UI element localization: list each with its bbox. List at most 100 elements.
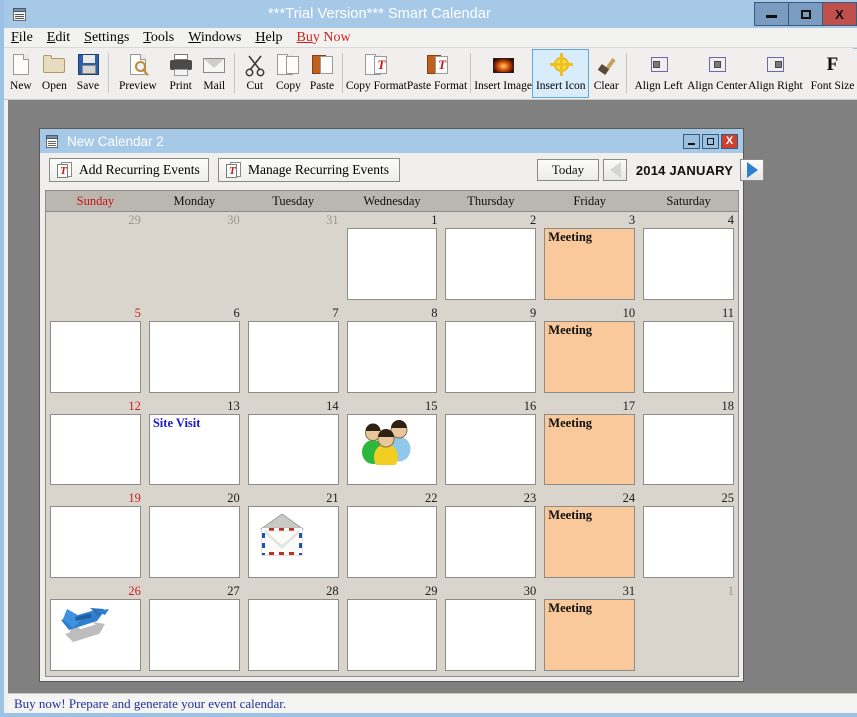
- day-content-box[interactable]: [247, 413, 339, 486]
- calendar-day-cell[interactable]: 1: [343, 212, 442, 305]
- day-content-box[interactable]: [50, 413, 141, 486]
- day-content-box[interactable]: Meeting: [544, 599, 636, 671]
- toolbar-paste[interactable]: Paste: [305, 49, 339, 98]
- calendar-day-cell[interactable]: 15: [343, 398, 442, 491]
- day-content-box[interactable]: [445, 320, 537, 393]
- day-content-box[interactable]: Meeting: [544, 320, 636, 393]
- calendar-day-cell[interactable]: 18: [639, 398, 738, 491]
- toolbar-cut[interactable]: Cut: [238, 49, 272, 98]
- day-content-box[interactable]: [643, 320, 735, 393]
- day-content-box[interactable]: [643, 413, 735, 486]
- menu-tools[interactable]: Tools: [136, 29, 181, 47]
- calendar-day-cell[interactable]: 22: [343, 490, 442, 583]
- menu-settings[interactable]: Settings: [77, 29, 136, 47]
- previous-month-button[interactable]: [603, 159, 627, 181]
- day-content-box[interactable]: [148, 506, 240, 579]
- calendar-day-cell[interactable]: 9: [441, 305, 540, 398]
- calendar-day-cell[interactable]: 28: [244, 583, 343, 676]
- day-content-box[interactable]: [50, 506, 141, 579]
- calendar-day-cell[interactable]: 30: [145, 212, 244, 305]
- day-content-box[interactable]: Site Visit: [148, 413, 240, 486]
- calendar-day-cell[interactable]: 14: [244, 398, 343, 491]
- day-content-box[interactable]: [346, 599, 438, 671]
- manage-recurring-events-button[interactable]: T Manage Recurring Events: [218, 158, 400, 182]
- menu-buy-now[interactable]: Buy Now: [290, 29, 358, 47]
- calendar-day-cell[interactable]: 30: [441, 583, 540, 676]
- toolbar-print[interactable]: Print: [164, 49, 198, 98]
- day-content-box[interactable]: [247, 599, 339, 671]
- calendar-day-cell[interactable]: 10 Meeting: [540, 305, 639, 398]
- day-content-box[interactable]: [148, 320, 240, 393]
- calendar-day-cell[interactable]: 4: [639, 212, 738, 305]
- calendar-day-cell[interactable]: 5: [46, 305, 145, 398]
- calendar-day-cell[interactable]: 7: [244, 305, 343, 398]
- today-button[interactable]: Today: [537, 159, 599, 181]
- menu-help[interactable]: Help: [248, 29, 289, 47]
- toolbar-align-center[interactable]: Align Center: [687, 49, 747, 98]
- close-button[interactable]: X: [822, 2, 857, 26]
- day-content-box[interactable]: [148, 599, 240, 671]
- day-content-box[interactable]: [445, 599, 537, 671]
- calendar-day-cell[interactable]: 29: [343, 583, 442, 676]
- toolbar-copy[interactable]: Copy: [272, 49, 306, 98]
- calendar-day-cell[interactable]: 31: [244, 212, 343, 305]
- toolbar-clear[interactable]: Clear: [589, 49, 623, 98]
- toolbar-open[interactable]: Open: [38, 49, 72, 98]
- calendar-day-cell[interactable]: 31 Meeting: [540, 583, 639, 676]
- day-content-box[interactable]: [346, 506, 438, 579]
- toolbar-font-size[interactable]: F Font Size: [804, 49, 857, 98]
- toolbar-save[interactable]: Save: [71, 49, 105, 98]
- calendar-day-cell[interactable]: 13 Site Visit: [145, 398, 244, 491]
- calendar-day-cell[interactable]: 3 Meeting: [540, 212, 639, 305]
- calendar-day-cell[interactable]: 11: [639, 305, 738, 398]
- toolbar-mail[interactable]: Mail: [197, 49, 231, 98]
- child-maximize-button[interactable]: [702, 133, 719, 149]
- toolbar-paste-format[interactable]: T Paste Format: [407, 49, 467, 98]
- day-content-box[interactable]: [445, 228, 537, 300]
- day-content-box[interactable]: Meeting: [544, 506, 636, 579]
- day-content-box[interactable]: [346, 228, 438, 300]
- toolbar-align-left[interactable]: Align Left: [630, 49, 687, 98]
- calendar-day-cell[interactable]: 1: [639, 583, 738, 676]
- day-content-box[interactable]: [50, 599, 141, 671]
- calendar-day-cell[interactable]: 26: [46, 583, 145, 676]
- calendar-day-cell[interactable]: 21: [244, 490, 343, 583]
- calendar-day-cell[interactable]: 6: [145, 305, 244, 398]
- menu-windows[interactable]: Windows: [181, 29, 248, 47]
- day-content-box[interactable]: [50, 320, 141, 393]
- day-content-box[interactable]: [247, 506, 339, 579]
- calendar-day-cell[interactable]: 29: [46, 212, 145, 305]
- next-month-button[interactable]: [740, 159, 764, 181]
- day-content-box[interactable]: [445, 506, 537, 579]
- day-content-box[interactable]: [247, 320, 339, 393]
- calendar-day-cell[interactable]: 27: [145, 583, 244, 676]
- calendar-day-cell[interactable]: 16: [441, 398, 540, 491]
- day-content-box[interactable]: [445, 413, 537, 486]
- child-minimize-button[interactable]: [683, 133, 700, 149]
- day-content-box[interactable]: [643, 506, 735, 579]
- add-recurring-events-button[interactable]: T Add Recurring Events: [49, 158, 209, 182]
- day-content-box[interactable]: [346, 320, 438, 393]
- day-content-box[interactable]: [346, 413, 438, 486]
- calendar-day-cell[interactable]: 25: [639, 490, 738, 583]
- child-close-button[interactable]: X: [721, 133, 738, 149]
- toolbar-copy-format[interactable]: T Copy Format: [346, 49, 407, 98]
- toolbar-insert-icon[interactable]: Insert Icon: [532, 49, 590, 98]
- menu-edit[interactable]: Edit: [40, 29, 77, 47]
- calendar-day-cell[interactable]: 2: [441, 212, 540, 305]
- day-content-box[interactable]: Meeting: [544, 413, 636, 486]
- calendar-day-cell[interactable]: 23: [441, 490, 540, 583]
- toolbar-align-right[interactable]: Align Right: [747, 49, 804, 98]
- toolbar-insert-image[interactable]: Insert Image: [474, 49, 532, 98]
- calendar-day-cell[interactable]: 12: [46, 398, 145, 491]
- maximize-button[interactable]: [788, 2, 823, 26]
- calendar-day-cell[interactable]: 19: [46, 490, 145, 583]
- minimize-button[interactable]: [754, 2, 789, 26]
- calendar-day-cell[interactable]: 8: [343, 305, 442, 398]
- menu-file[interactable]: File: [4, 29, 40, 47]
- calendar-day-cell[interactable]: 17 Meeting: [540, 398, 639, 491]
- toolbar-new[interactable]: New: [4, 49, 38, 98]
- day-content-box[interactable]: [643, 228, 735, 300]
- toolbar-preview[interactable]: Preview: [112, 49, 164, 98]
- day-content-box[interactable]: Meeting: [544, 228, 636, 300]
